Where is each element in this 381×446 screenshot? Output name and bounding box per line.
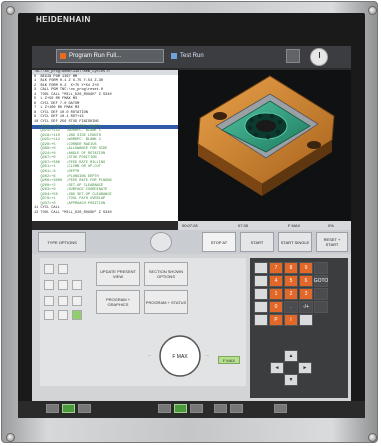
key[interactable] xyxy=(72,296,82,306)
stop-at-button[interactable]: STOP AT xyxy=(202,232,236,252)
program-editor[interactable]: TNC:\nc_prog\demo\1367\Rem_Cycles.H 0 BE… xyxy=(32,70,178,221)
fmax-button[interactable]: F MAX xyxy=(218,356,240,364)
keypad-key[interactable] xyxy=(314,288,328,300)
axis-key[interactable] xyxy=(254,301,268,313)
svg-text:—: — xyxy=(206,353,209,357)
screen-layout-button[interactable] xyxy=(286,49,300,63)
workpiece-graphic xyxy=(197,75,335,196)
keypad-key[interactable]: 1 xyxy=(269,288,283,300)
start-button[interactable]: START xyxy=(240,232,274,252)
footer-key[interactable] xyxy=(78,404,91,413)
keypad-key[interactable]: 4 xyxy=(269,275,283,287)
type-options-button[interactable]: TYPE OPTIONS xyxy=(38,232,86,252)
screen: Program Run Full... Test Run TNC:\nc_pro… xyxy=(32,46,351,402)
control-panel: UPDATE PRESENT VIEW SECTION SHOWN OPTION… xyxy=(32,254,351,402)
keypad-key[interactable]: I xyxy=(284,314,298,326)
keypad-key[interactable]: 9 xyxy=(299,262,313,274)
footer-key-active[interactable] xyxy=(174,404,187,413)
device-bezel: HEIDENHAIN Program Run Full... Test Run … xyxy=(1,1,378,443)
display-frame: HEIDENHAIN Program Run Full... Test Run … xyxy=(18,13,365,418)
section-options-button[interactable]: SECTION SHOWN OPTIONS xyxy=(144,262,188,286)
key-active[interactable] xyxy=(72,310,82,320)
footer-key[interactable] xyxy=(274,404,287,413)
feed-override-dial[interactable]: F MAX — — xyxy=(140,318,220,382)
footer-key[interactable] xyxy=(46,404,59,413)
softkey-row: TYPE OPTIONS STOP AT START START SINGLE … xyxy=(32,230,351,254)
footer-key[interactable] xyxy=(190,404,203,413)
simulation-view[interactable] xyxy=(178,70,351,221)
program-lines: 0 BEGIN PGM 1367 MM 1 BLK FORM 0.1 Z X-75… xyxy=(32,75,178,216)
keypad-key[interactable]: 0 xyxy=(269,301,283,313)
reset-start-button[interactable]: RESET + START xyxy=(316,232,348,252)
footer-key[interactable] xyxy=(158,404,171,413)
keypad-key[interactable]: 3 xyxy=(299,288,313,300)
feed-readout: F MAX xyxy=(288,223,301,228)
screw-icon xyxy=(368,433,377,442)
screw-icon xyxy=(6,6,15,15)
brand-logo: HEIDENHAIN xyxy=(36,15,91,24)
override-readout: 0% xyxy=(328,223,334,228)
arrow-key-icon[interactable]: ► xyxy=(298,362,312,374)
axis-key[interactable] xyxy=(254,275,268,287)
keypad-key[interactable] xyxy=(314,301,328,313)
tab-program-run[interactable]: Program Run Full... xyxy=(56,49,164,63)
key[interactable] xyxy=(44,310,54,320)
fmax-label: F MAX xyxy=(172,354,188,360)
key[interactable] xyxy=(58,296,68,306)
axis-key[interactable] xyxy=(254,262,268,274)
footer-key[interactable] xyxy=(214,404,227,413)
tab-test-run[interactable]: Test Run xyxy=(168,49,228,63)
keypad-key[interactable]: 5 xyxy=(284,275,298,287)
machining-time: 07:35 xyxy=(238,223,249,228)
program-line[interactable]: 12 TOOL CALL "MILL_D20_ROUGH" Z S340 xyxy=(32,211,178,216)
keypad-key[interactable]: 8 xyxy=(284,262,298,274)
arrow-key-icon[interactable]: ◄ xyxy=(270,362,284,374)
program-status-button[interactable]: PROGRAM + STATUS xyxy=(144,290,188,314)
update-view-button[interactable]: UPDATE PRESENT VIEW xyxy=(96,262,140,286)
svg-text:—: — xyxy=(148,353,151,357)
key[interactable] xyxy=(58,310,68,320)
fmax-button-label: F MAX xyxy=(222,357,236,363)
axis-key[interactable] xyxy=(254,314,268,326)
key[interactable] xyxy=(72,280,82,290)
keypad-key[interactable]: P xyxy=(269,314,283,326)
simulation-status-bar: 00:07:28 07:35 F MAX 0% xyxy=(178,221,351,230)
arrow-key-icon[interactable]: ▲ xyxy=(284,350,298,362)
program-graphics-button[interactable]: PROGRAM + GRAPHICS xyxy=(96,290,140,314)
keypad-key[interactable]: . xyxy=(284,301,298,313)
key[interactable] xyxy=(44,280,54,290)
program-run-icon xyxy=(60,53,66,59)
fn-key[interactable] xyxy=(44,264,54,274)
keypad-key[interactable]: 6 xyxy=(299,275,313,287)
header-bar: Program Run Full... Test Run xyxy=(32,46,351,68)
keypad-key[interactable]: -/+ xyxy=(299,301,313,313)
keypad-key[interactable]: 7 xyxy=(269,262,283,274)
clock-icon xyxy=(310,48,328,66)
axis-key[interactable] xyxy=(254,288,268,300)
touch-panel: UPDATE PRESENT VIEW SECTION SHOWN OPTION… xyxy=(40,258,246,386)
numeric-keypad: 7 8 9 4 5 6 1 2 3 0. -/+ P I GOTO ▲ ◄ ► ▼ xyxy=(250,258,348,398)
tab-label: Program Run Full... xyxy=(69,53,122,59)
footer-key-active[interactable] xyxy=(62,404,75,413)
key[interactable] xyxy=(58,264,68,274)
key[interactable] xyxy=(58,280,68,290)
key[interactable] xyxy=(44,296,54,306)
arrow-key-icon[interactable]: ▼ xyxy=(284,374,298,386)
footer-key[interactable] xyxy=(230,404,243,413)
keypad-key[interactable]: GOTO xyxy=(314,275,328,287)
keypad-key[interactable] xyxy=(314,262,328,274)
stop-at-label: STOP AT xyxy=(210,239,228,245)
keypad-key[interactable] xyxy=(299,314,313,326)
screw-icon xyxy=(368,6,377,15)
start-single-button[interactable]: START SINGLE xyxy=(278,232,312,252)
screw-icon xyxy=(6,433,15,442)
test-run-icon xyxy=(171,53,177,59)
run-time: 00:07:28 xyxy=(182,223,198,228)
footer-bar xyxy=(18,401,365,418)
feed-dial-icon[interactable] xyxy=(150,232,172,252)
keypad-key[interactable]: 2 xyxy=(284,288,298,300)
tab-label: Test Run xyxy=(180,53,204,59)
